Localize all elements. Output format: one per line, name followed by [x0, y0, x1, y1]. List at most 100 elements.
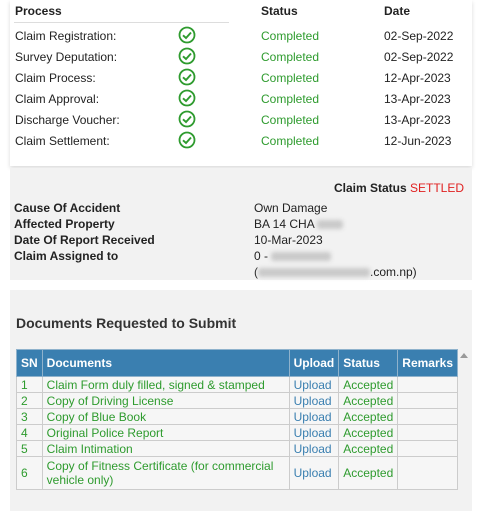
- row-sn: 1: [16, 376, 43, 393]
- row-sn: 3: [16, 408, 43, 425]
- process-date: 12-Apr-2023: [384, 71, 451, 85]
- process-status: Completed: [261, 29, 320, 43]
- process-status: Completed: [261, 92, 320, 106]
- process-name: Claim Settlement:: [15, 134, 110, 148]
- documents-title: Documents Requested to Submit: [16, 315, 237, 331]
- check-circle-icon: [178, 131, 196, 149]
- row-remarks: [397, 456, 458, 490]
- row-document: Claim Intimation: [41, 440, 290, 457]
- redacted-phone: [271, 252, 332, 262]
- col-remarks: Remarks: [397, 349, 458, 377]
- table-row: 2 Copy of Driving License Upload Accepte…: [16, 392, 458, 409]
- process-name: Discharge Voucher:: [15, 113, 120, 127]
- header-divider: [14, 22, 229, 23]
- row-status: Accepted: [338, 424, 399, 441]
- row-document: Copy of Driving License: [41, 392, 290, 409]
- table-row: 4 Original Police Report Upload Accepted: [16, 424, 458, 441]
- row-document: Copy of Fitness Certificate (for commerc…: [41, 456, 290, 490]
- documents-header-row: SN Documents Upload Status Remarks: [16, 349, 458, 377]
- report-date-value: 10-Mar-2023: [254, 233, 323, 247]
- documents-panel: Documents Requested to Submit SN Documen…: [10, 290, 472, 511]
- check-circle-icon: [178, 26, 196, 44]
- property-label: Affected Property: [14, 217, 115, 231]
- process-name: Claim Registration:: [15, 29, 117, 43]
- upload-link[interactable]: Upload: [288, 440, 340, 457]
- process-name: Claim Process:: [15, 71, 96, 85]
- row-sn: 5: [16, 440, 43, 457]
- header-process: Process: [15, 4, 62, 18]
- redacted-text: [317, 220, 344, 230]
- report-date-label: Date Of Report Received: [14, 233, 155, 247]
- row-document: Copy of Blue Book: [41, 408, 290, 425]
- assigned-email: (.com.np): [254, 265, 417, 279]
- table-row: 6 Copy of Fitness Certificate (for comme…: [16, 456, 458, 490]
- scroll-up-arrow-icon[interactable]: [460, 351, 468, 359]
- upload-link[interactable]: Upload: [288, 392, 340, 409]
- process-date: 13-Apr-2023: [384, 113, 451, 127]
- cause-label: Cause Of Accident: [14, 201, 121, 215]
- process-status: Completed: [261, 50, 320, 64]
- upload-link[interactable]: Upload: [288, 456, 340, 490]
- claim-process-table: Process Status Date Claim Registration: …: [10, 0, 472, 166]
- process-row: Claim Process: Completed 12-Apr-2023: [10, 67, 472, 88]
- process-row: Claim Approval: Completed 13-Apr-2023: [10, 88, 472, 109]
- row-status: Accepted: [338, 376, 399, 393]
- process-status: Completed: [261, 71, 320, 85]
- header-date: Date: [384, 4, 411, 18]
- row-status: Accepted: [338, 440, 399, 457]
- header-status: Status: [261, 4, 298, 18]
- row-sn: 6: [16, 456, 43, 490]
- claim-info-panel: Claim Status SETTLED Cause Of Accident O…: [10, 168, 472, 280]
- claim-status: Claim Status SETTLED: [334, 181, 464, 195]
- row-remarks: [397, 440, 458, 457]
- row-remarks: [397, 392, 458, 409]
- row-status: Accepted: [338, 392, 399, 409]
- table-row: 3 Copy of Blue Book Upload Accepted: [16, 408, 458, 425]
- property-plate: BA 14 CHA: [254, 217, 315, 231]
- row-status: Accepted: [338, 408, 399, 425]
- row-status: Accepted: [338, 456, 399, 490]
- claim-status-label: Claim Status: [333, 181, 407, 195]
- row-sn: 2: [16, 392, 43, 409]
- process-date: 02-Sep-2022: [384, 50, 454, 64]
- redacted-email: [258, 268, 370, 278]
- col-upload: Upload: [288, 349, 340, 377]
- check-circle-icon: [178, 110, 196, 128]
- assigned-prefix: 0 -: [254, 249, 269, 263]
- row-sn: 4: [16, 424, 43, 441]
- row-remarks: [397, 424, 458, 441]
- process-row: Claim Registration: Completed 02-Sep-202…: [10, 25, 472, 46]
- process-date: 02-Sep-2022: [384, 29, 454, 43]
- check-circle-icon: [178, 68, 196, 86]
- cause-value: Own Damage: [254, 201, 328, 215]
- check-circle-icon: [178, 47, 196, 65]
- process-row: Survey Deputation: Completed 02-Sep-2022: [10, 46, 472, 67]
- row-document: Claim Form duly filled, signed & stamped: [41, 376, 290, 393]
- table-row: 1 Claim Form duly filled, signed & stamp…: [16, 376, 458, 393]
- email-suffix: .com.np): [370, 265, 417, 279]
- process-date: 12-Jun-2023: [384, 134, 452, 148]
- assigned-phone: 0 -: [254, 249, 332, 263]
- col-status: Status: [338, 349, 399, 377]
- check-circle-icon: [178, 89, 196, 107]
- row-remarks: [397, 408, 458, 425]
- documents-table: SN Documents Upload Status Remarks 1 Cla…: [16, 349, 458, 490]
- claim-status-badge: SETTLED: [409, 181, 464, 195]
- process-date: 13-Apr-2023: [384, 92, 451, 106]
- row-remarks: [397, 376, 458, 393]
- process-row: Claim Settlement: Completed 12-Jun-2023: [10, 130, 472, 151]
- upload-link[interactable]: Upload: [288, 424, 340, 441]
- process-name: Claim Approval:: [15, 92, 100, 106]
- col-sn: SN: [16, 349, 43, 377]
- process-name: Survey Deputation:: [15, 50, 118, 64]
- table-row: 5 Claim Intimation Upload Accepted: [16, 440, 458, 457]
- process-status: Completed: [261, 134, 320, 148]
- property-value: BA 14 CHA: [254, 217, 344, 231]
- upload-link[interactable]: Upload: [288, 408, 340, 425]
- row-document: Original Police Report: [41, 424, 290, 441]
- assigned-label: Claim Assigned to: [14, 249, 119, 263]
- col-documents: Documents: [41, 349, 290, 377]
- upload-link[interactable]: Upload: [288, 376, 340, 393]
- process-row: Discharge Voucher: Completed 13-Apr-2023: [10, 109, 472, 130]
- process-status: Completed: [261, 113, 320, 127]
